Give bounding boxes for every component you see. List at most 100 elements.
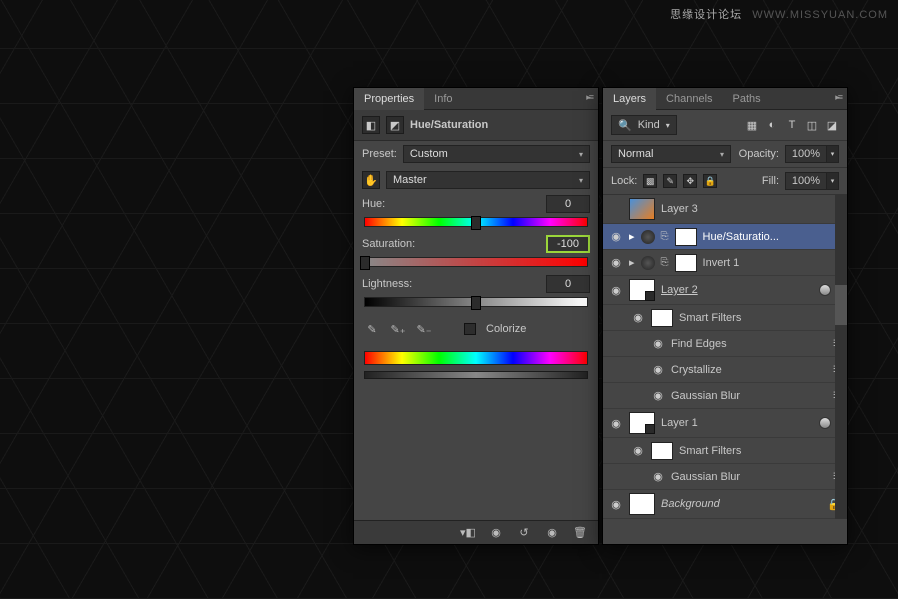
tab-properties[interactable]: Properties [354, 88, 424, 110]
scrollbar[interactable] [835, 195, 847, 519]
lightness-value[interactable]: 0 [546, 275, 590, 293]
reset-icon[interactable]: ↺ [514, 525, 534, 541]
tab-info[interactable]: Info [424, 88, 462, 110]
saturation-value[interactable]: -100 [546, 235, 590, 253]
link-icon[interactable]: ⎘ [661, 257, 669, 268]
smart-object-badge [819, 284, 831, 296]
blend-mode-select[interactable]: Normal ▾ [611, 145, 731, 163]
visibility-toggle[interactable]: ◉ [651, 337, 665, 350]
lock-all-icon[interactable]: 🔒 [703, 174, 717, 188]
layer-row[interactable]: ◉Layer 1▾ [603, 409, 847, 438]
visibility-toggle[interactable]: ◉ [609, 230, 623, 243]
lightness-label: Lightness: [362, 278, 540, 290]
range-value: Master [393, 174, 427, 186]
layer-mask[interactable] [675, 254, 697, 272]
hue-value[interactable]: 0 [546, 195, 590, 213]
layer-row[interactable]: ◉Gaussian Blur☰ [603, 464, 847, 490]
layer-label: Smart Filters [679, 312, 841, 324]
panel-menu-icon[interactable]: ▸≡ [586, 92, 592, 103]
lock-position-icon[interactable]: ✥ [683, 174, 697, 188]
layer-row[interactable]: ◉Gaussian Blur☰ [603, 383, 847, 409]
trash-icon[interactable]: 🗑 [570, 525, 590, 541]
opacity-label: Opacity: [739, 148, 779, 160]
filter-pixel-icon[interactable]: ▦ [745, 119, 759, 132]
adjustment-icon [641, 230, 655, 244]
eyedropper-sub-icon[interactable]: ✎₋ [416, 321, 432, 337]
disclosure-icon[interactable]: ▸ [629, 256, 635, 269]
lock-image-icon[interactable]: ✎ [663, 174, 677, 188]
filter-adjust-icon[interactable]: ◐ [765, 119, 779, 132]
smart-filter-mask[interactable] [651, 309, 673, 327]
adjustment-type-icon: ◧ [362, 116, 380, 134]
mask-icon[interactable]: ◩ [386, 116, 404, 134]
tab-paths[interactable]: Paths [723, 88, 771, 110]
tab-channels[interactable]: Channels [656, 88, 722, 110]
kind-label: Kind [638, 119, 660, 131]
toggle-visibility-icon[interactable]: ◉ [542, 525, 562, 541]
smart-filter-mask[interactable] [651, 442, 673, 460]
properties-panel: Properties Info ▸≡ ◧ ◩ Hue/Saturation Pr… [353, 87, 599, 545]
opacity-chevron-icon[interactable]: ▾ [827, 145, 839, 163]
adjustment-title-row: ◧ ◩ Hue/Saturation [354, 110, 598, 141]
preset-select[interactable]: Custom ▾ [403, 145, 590, 163]
hand-icon[interactable]: ✋ [362, 171, 380, 189]
layer-row[interactable]: ◉▸⎘Invert 1 [603, 250, 847, 276]
layer-row[interactable]: ◉Background🔒 [603, 490, 847, 519]
layer-thumbnail [629, 198, 655, 220]
layer-label: Crystallize [671, 364, 827, 376]
fill-label: Fill: [762, 175, 779, 187]
lightness-row: Lightness: 0 [354, 273, 598, 295]
visibility-toggle[interactable]: ◉ [651, 389, 665, 402]
lock-transparency-icon[interactable]: ▩ [643, 174, 657, 188]
preset-value: Custom [410, 148, 448, 160]
layer-label: Layer 1 [661, 417, 813, 429]
layer-row[interactable]: ◉Crystallize☰ [603, 357, 847, 383]
visibility-toggle[interactable]: ◉ [631, 444, 645, 457]
hue-slider[interactable] [364, 217, 588, 227]
visibility-toggle[interactable]: ◉ [609, 498, 623, 511]
visibility-toggle[interactable]: ◉ [609, 284, 623, 297]
saturation-slider[interactable] [364, 257, 588, 267]
filter-type-icon[interactable]: T [785, 119, 799, 132]
saturation-row: Saturation: -100 [354, 233, 598, 255]
layer-row[interactable]: ◉Smart Filters [603, 438, 847, 464]
eyedropper-add-icon[interactable]: ✎₊ [390, 321, 406, 337]
visibility-toggle[interactable]: ◉ [609, 417, 623, 430]
tab-layers[interactable]: Layers [603, 88, 656, 110]
visibility-toggle[interactable]: ◉ [651, 363, 665, 376]
disclosure-icon[interactable]: ▸ [629, 230, 635, 243]
colorize-checkbox[interactable] [464, 323, 476, 335]
adjustment-title: Hue/Saturation [410, 119, 488, 131]
search-icon: 🔍 [618, 119, 632, 132]
fill-value[interactable]: 100% [785, 172, 827, 190]
scrollbar-thumb[interactable] [835, 285, 847, 325]
eyedropper-icon[interactable]: ✎ [364, 321, 380, 337]
layer-row[interactable]: Layer 3 [603, 195, 847, 224]
link-icon[interactable]: ⎘ [661, 231, 669, 242]
visibility-toggle[interactable]: ◉ [651, 470, 665, 483]
adjustment-icon [641, 256, 655, 270]
layer-thumbnail [629, 412, 655, 434]
blend-row: Normal ▾ Opacity: 100% ▾ [603, 141, 847, 168]
spectrum-bar [364, 351, 588, 365]
fill-chevron-icon[interactable]: ▾ [827, 172, 839, 190]
layer-row[interactable]: ◉▸⎘Hue/Saturatio... [603, 224, 847, 250]
blend-mode-value: Normal [618, 148, 653, 160]
filter-shape-icon[interactable]: ◫ [805, 119, 819, 132]
visibility-toggle[interactable]: ◉ [631, 311, 645, 324]
layer-row[interactable]: ◉ Smart Filters [603, 305, 847, 331]
layer-row[interactable]: ◉Find Edges☰ [603, 331, 847, 357]
view-previous-icon[interactable]: ◉ [486, 525, 506, 541]
lightness-slider[interactable] [364, 297, 588, 307]
range-select[interactable]: Master ▾ [386, 171, 590, 189]
clip-to-layer-icon[interactable]: ▾◧ [458, 525, 478, 541]
layer-mask[interactable] [675, 228, 697, 246]
visibility-toggle[interactable]: ◉ [609, 256, 623, 269]
chevron-down-icon: ▾ [579, 150, 583, 159]
panel-menu-icon[interactable]: ▸≡ [835, 92, 841, 103]
opacity-value[interactable]: 100% [785, 145, 827, 163]
layer-row[interactable]: ◉Layer 2▾ [603, 276, 847, 305]
layer-thumbnail [629, 279, 655, 301]
filter-smart-icon[interactable]: ◪ [825, 119, 839, 132]
kind-filter[interactable]: 🔍 Kind ▾ [611, 115, 677, 135]
